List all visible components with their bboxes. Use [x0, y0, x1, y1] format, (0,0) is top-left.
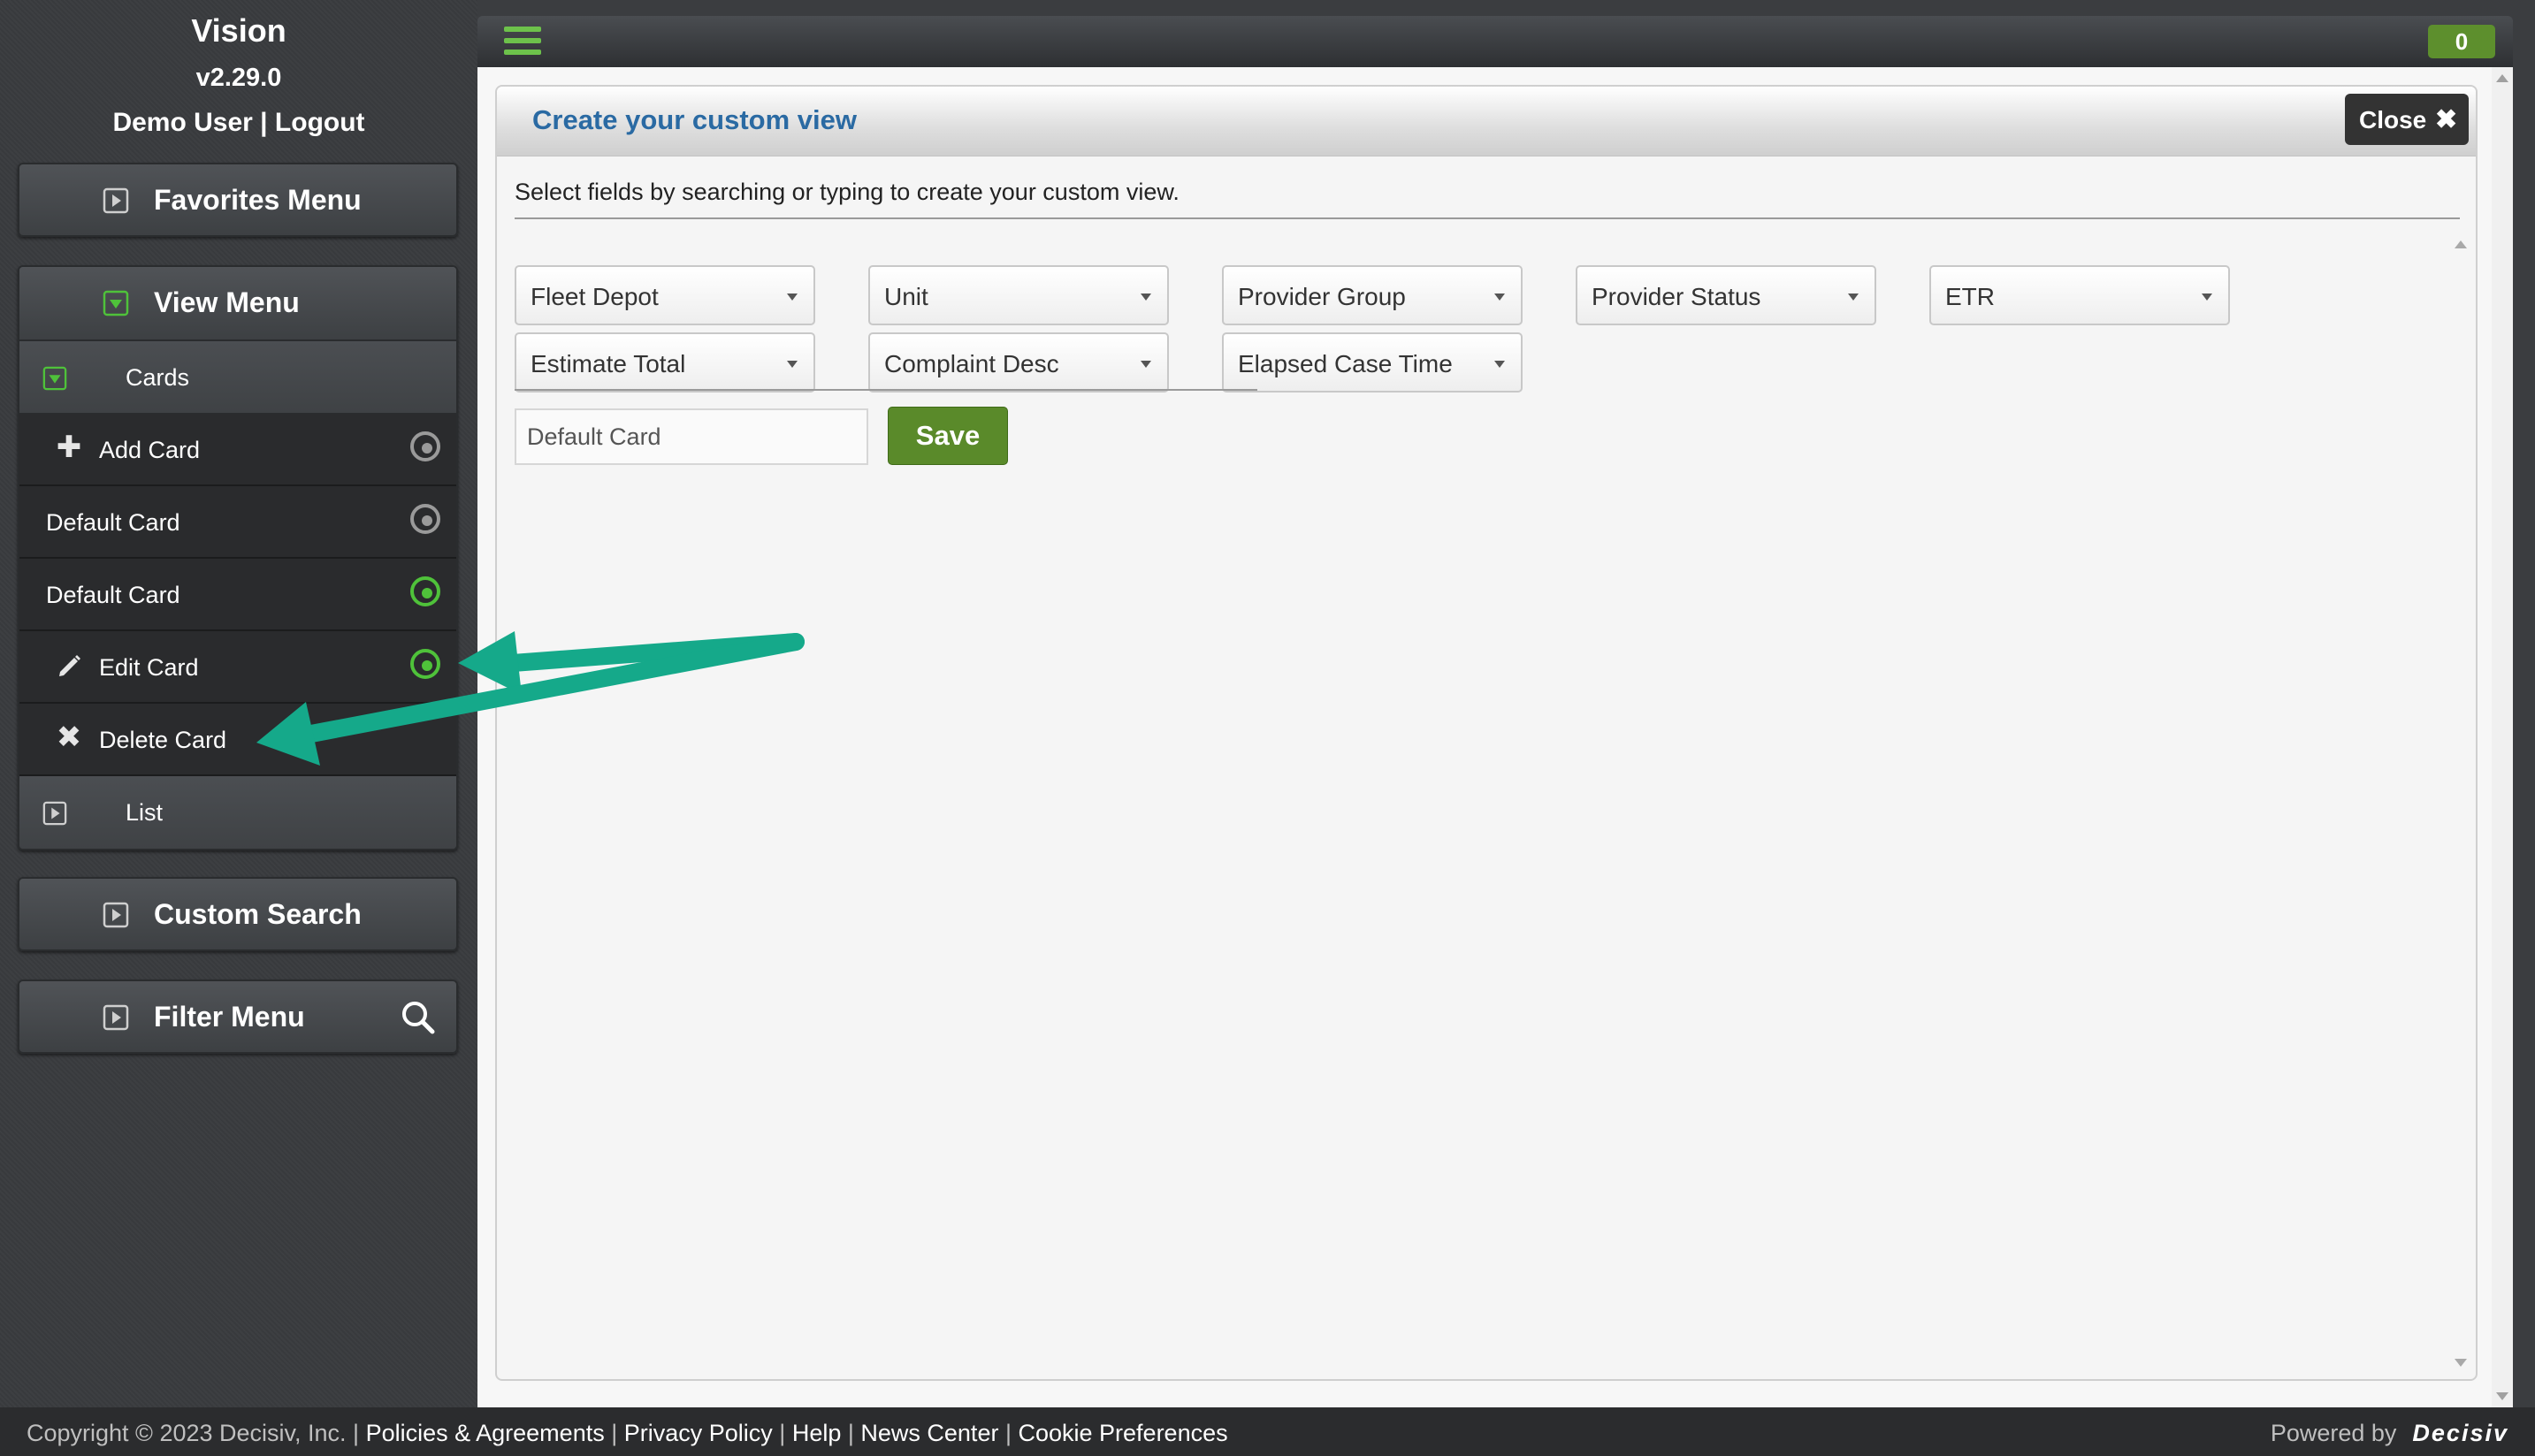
- arrow-to-edit-card: [458, 631, 805, 695]
- annotation-arrows: [256, 631, 805, 766]
